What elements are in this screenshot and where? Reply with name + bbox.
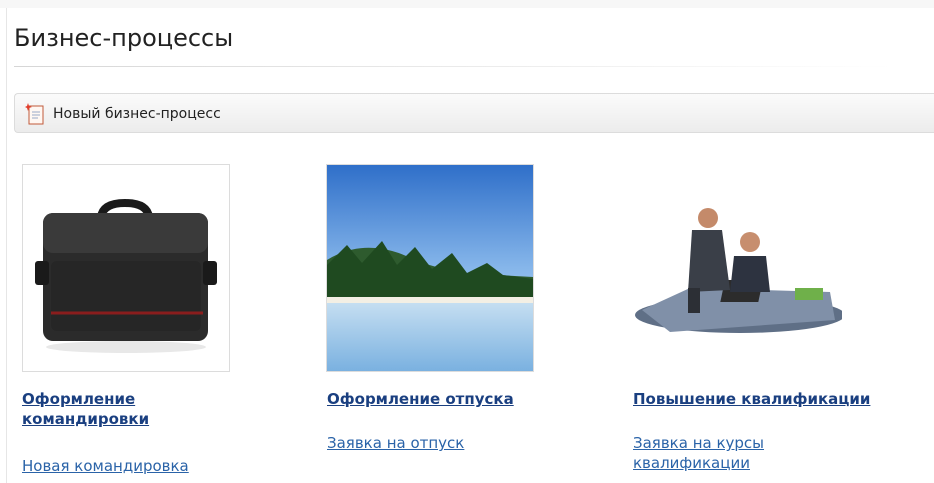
process-title-qualification[interactable]: Повышение квалификации [633, 389, 870, 409]
title-divider [14, 66, 894, 67]
process-link-courses-request[interactable]: Заявка на курсы квалификации [633, 433, 813, 473]
process-image-beach[interactable] [326, 164, 534, 372]
process-image-bag[interactable] [22, 164, 230, 372]
process-title-vacation[interactable]: Оформление отпуска [327, 389, 514, 409]
left-edge [6, 8, 7, 483]
top-strip [0, 0, 934, 8]
new-process-label: Новый бизнес-процесс [53, 106, 221, 122]
page-title: Бизнес-процессы [14, 24, 234, 52]
toolbar: Новый бизнес-процесс [14, 93, 934, 133]
process-link-new-trip[interactable]: Новая командировка [22, 456, 189, 476]
process-image-office-people[interactable] [630, 200, 842, 340]
new-document-icon [25, 102, 47, 126]
process-link-vacation-request[interactable]: Заявка на отпуск [327, 433, 464, 453]
new-process-button[interactable]: Новый бизнес-процесс [25, 101, 221, 127]
process-title-business-trip[interactable]: Оформление командировки [22, 389, 192, 429]
